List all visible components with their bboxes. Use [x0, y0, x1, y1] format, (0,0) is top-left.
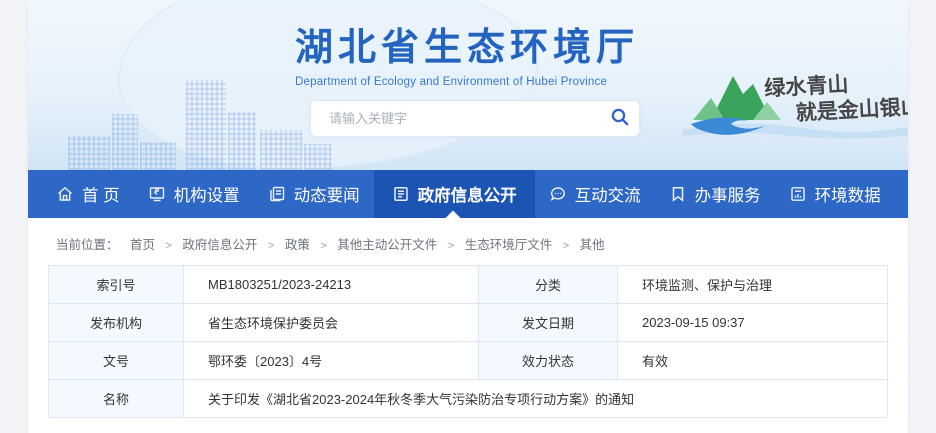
page-container: 湖北省生态环境厅 Department of Ecology and Envir…	[28, 0, 908, 433]
breadcrumb-separator: >	[563, 240, 569, 252]
news-icon	[268, 185, 286, 203]
table-row: 名称 关于印发《湖北省2023-2024年秋冬季大气污染防治专项行动方案》的通知	[49, 380, 888, 418]
org-icon	[148, 185, 166, 203]
search-box	[310, 100, 640, 137]
slogan-line1: 绿水青山	[764, 71, 849, 100]
meta-value-issuer: 省生态环境保护委员会	[184, 304, 479, 342]
document-meta-table: 索引号 MB1803251/2023-24213 分类 环境监测、保护与治理 发…	[48, 265, 888, 418]
site-subtitle-en: Department of Ecology and Environment of…	[295, 76, 639, 88]
breadcrumb-separator: >	[268, 240, 274, 252]
env-data-icon	[789, 185, 807, 203]
meta-value-validity: 有效	[618, 342, 888, 380]
meta-label-title: 名称	[49, 380, 184, 418]
nav-item-interact[interactable]: 互动交流	[535, 170, 655, 218]
breadcrumb-separator: >	[166, 240, 172, 252]
meta-label-index-no: 索引号	[49, 266, 184, 304]
table-row: 发布机构 省生态环境保护委员会 发文日期 2023-09-15 09:37	[49, 304, 888, 342]
nav-item-info-disclosure[interactable]: 政府信息公开	[374, 170, 535, 218]
breadcrumb-prefix: 当前位置：	[56, 238, 119, 252]
meta-value-category: 环境监测、保护与治理	[618, 266, 888, 304]
nav-label: 政府信息公开	[418, 182, 517, 206]
table-row: 文号 鄂环委〔2023〕4号 效力状态 有效	[49, 342, 888, 380]
site-title: 湖北省生态环境厅	[295, 16, 639, 71]
meta-value-index-no: MB1803251/2023-24213	[184, 266, 479, 304]
breadcrumb-item-policy[interactable]: 政策	[285, 238, 310, 252]
breadcrumb-item-info-disclosure[interactable]: 政府信息公开	[182, 238, 257, 252]
skyline-illustration	[260, 130, 302, 170]
nav-item-home[interactable]: 首 页	[42, 170, 134, 218]
skyline-illustration	[68, 136, 110, 170]
slogan-line2: 就是金山银山	[795, 93, 908, 125]
breadcrumb: 当前位置： 首页 > 政府信息公开 > 政策 > 其他主动公开文件 > 生态环境…	[48, 232, 888, 265]
nav-item-org[interactable]: 机构设置	[134, 170, 254, 218]
breadcrumb-item-other[interactable]: 其他	[580, 238, 605, 252]
content-area: 当前位置： 首页 > 政府信息公开 > 政策 > 其他主动公开文件 > 生态环境…	[28, 218, 908, 433]
meta-value-issue-date: 2023-09-15 09:37	[618, 304, 888, 342]
breadcrumb-separator: >	[320, 240, 326, 252]
skyline-illustration	[228, 112, 256, 170]
skyline-illustration	[304, 144, 332, 170]
skyline-illustration	[140, 142, 176, 170]
nav-label: 动态要闻	[294, 182, 360, 206]
nav-item-service[interactable]: 办事服务	[655, 170, 775, 218]
search-button[interactable]	[601, 101, 639, 136]
meta-value-title: 关于印发《湖北省2023-2024年秋冬季大气污染防治专项行动方案》的通知	[184, 380, 888, 418]
meta-label-issue-date: 发文日期	[479, 304, 618, 342]
breadcrumb-item-dept-docs[interactable]: 生态环境厅文件	[465, 238, 553, 252]
search-icon	[610, 107, 630, 130]
breadcrumb-separator: >	[448, 240, 454, 252]
interact-icon	[549, 185, 567, 203]
home-icon	[56, 185, 74, 203]
meta-value-doc-no: 鄂环委〔2023〕4号	[184, 342, 479, 380]
site-header: 湖北省生态环境厅 Department of Ecology and Envir…	[28, 0, 908, 170]
meta-label-issuer: 发布机构	[49, 304, 184, 342]
nav-label: 机构设置	[174, 182, 240, 206]
table-row: 索引号 MB1803251/2023-24213 分类 环境监测、保护与治理	[49, 266, 888, 304]
nav-label: 互动交流	[575, 182, 641, 206]
main-nav: 首 页 机构设置 动态要闻 政府信息公开	[28, 170, 908, 218]
skyline-illustration	[112, 114, 138, 170]
search-input[interactable]	[311, 111, 601, 126]
slogan-artwork: 绿水青山 就是金山银山	[673, 58, 908, 153]
service-icon	[669, 185, 687, 203]
nav-label: 首 页	[82, 182, 120, 206]
breadcrumb-item-other-public-docs[interactable]: 其他主动公开文件	[337, 238, 437, 252]
info-disclosure-icon	[392, 185, 410, 203]
nav-label: 环境数据	[815, 182, 881, 206]
nav-item-news[interactable]: 动态要闻	[254, 170, 374, 218]
skyline-illustration	[186, 80, 226, 170]
meta-label-doc-no: 文号	[49, 342, 184, 380]
site-brand: 湖北省生态环境厅 Department of Ecology and Envir…	[295, 16, 639, 88]
breadcrumb-item-home[interactable]: 首页	[130, 238, 155, 252]
meta-label-validity: 效力状态	[479, 342, 618, 380]
nav-item-env-data[interactable]: 环境数据	[775, 170, 895, 218]
meta-label-category: 分类	[479, 266, 618, 304]
nav-label: 办事服务	[695, 182, 761, 206]
